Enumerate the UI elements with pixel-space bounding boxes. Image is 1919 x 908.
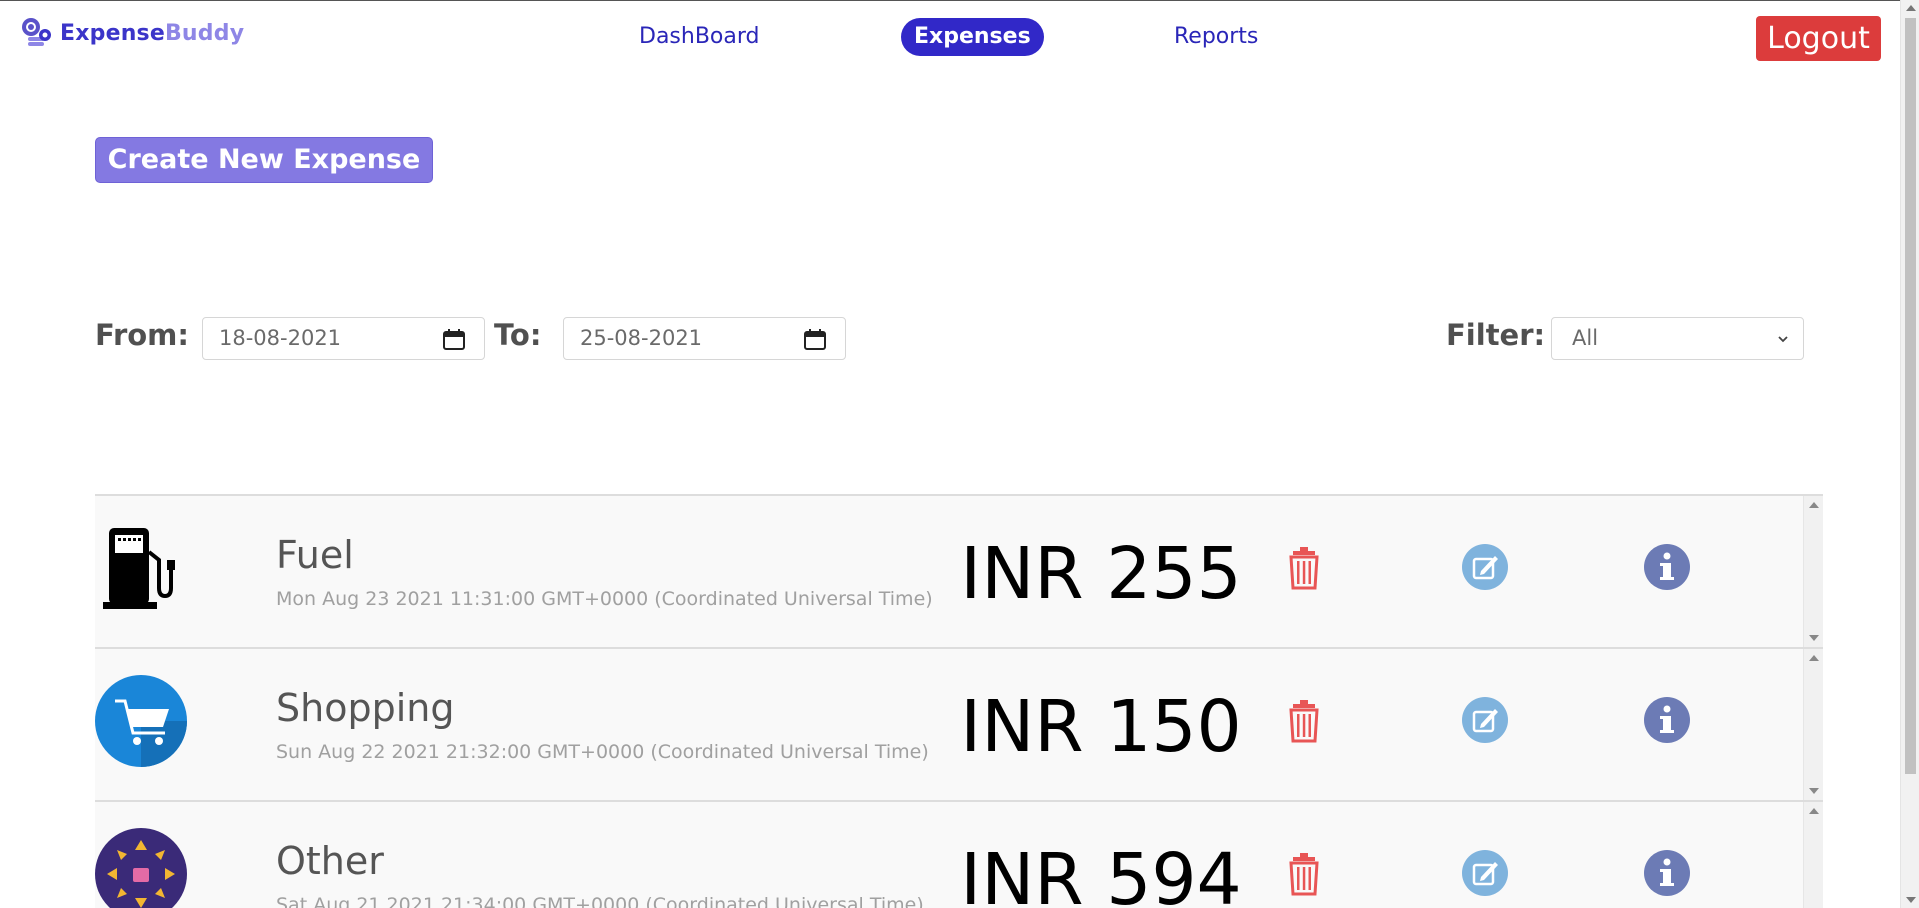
from-date-value: 18-08-2021 xyxy=(219,326,342,350)
expense-list: Fuel Mon Aug 23 2021 11:31:00 GMT+0000 (… xyxy=(95,494,1823,908)
delete-icon[interactable] xyxy=(1280,696,1328,744)
edit-icon[interactable] xyxy=(1461,849,1509,897)
calendar-icon[interactable] xyxy=(804,329,826,350)
expense-date: Sat Aug 21 2021 21:34:00 GMT+0000 (Coord… xyxy=(276,894,924,908)
from-date-input[interactable]: 18-08-2021 xyxy=(202,317,485,360)
scroll-up-arrow-icon[interactable] xyxy=(1809,808,1819,814)
delete-icon[interactable] xyxy=(1280,543,1328,591)
to-date-value: 25-08-2021 xyxy=(580,326,703,350)
brand-name: ExpenseBuddy xyxy=(60,21,244,46)
filter-label: Filter: xyxy=(1446,318,1546,352)
to-label: To: xyxy=(494,318,542,352)
calendar-icon[interactable] xyxy=(443,329,465,350)
delete-icon[interactable] xyxy=(1280,849,1328,897)
edit-icon[interactable] xyxy=(1461,696,1509,744)
nav-dashboard[interactable]: DashBoard xyxy=(626,18,772,56)
from-label: From: xyxy=(95,318,189,352)
filter-selected-value: All xyxy=(1572,326,1599,350)
row-scrollbar[interactable] xyxy=(1803,802,1823,908)
brand-name-part2: Buddy xyxy=(164,20,245,46)
expense-row: Shopping Sun Aug 22 2021 21:32:00 GMT+00… xyxy=(95,647,1823,800)
expense-date: Sun Aug 22 2021 21:32:00 GMT+0000 (Coord… xyxy=(276,741,929,763)
scroll-down-arrow-icon[interactable] xyxy=(1809,635,1819,641)
nav-reports[interactable]: Reports xyxy=(1161,18,1271,56)
scroll-down-arrow-icon[interactable] xyxy=(1809,788,1819,794)
top-navbar: ExpenseBuddy DashBoard Expenses Reports … xyxy=(0,0,1900,70)
scroll-up-arrow-icon[interactable] xyxy=(1809,502,1819,508)
row-scrollbar[interactable] xyxy=(1803,649,1823,800)
logout-button[interactable]: Logout xyxy=(1756,16,1881,61)
expense-amount: INR 594 xyxy=(960,838,1242,908)
scroll-up-arrow-icon[interactable] xyxy=(1906,5,1916,11)
scroll-up-arrow-icon[interactable] xyxy=(1809,655,1819,661)
shopping-cart-icon xyxy=(95,675,187,767)
coins-gear-icon xyxy=(22,18,51,46)
expense-category: Shopping xyxy=(276,686,455,730)
expense-row: Fuel Mon Aug 23 2021 11:31:00 GMT+0000 (… xyxy=(95,494,1823,647)
expense-amount: INR 150 xyxy=(960,685,1242,768)
fuel-pump-icon xyxy=(103,528,175,609)
create-new-expense-button[interactable]: Create New Expense xyxy=(95,137,433,183)
edit-icon[interactable] xyxy=(1461,543,1509,591)
other-category-icon xyxy=(95,828,187,908)
to-date-input[interactable]: 25-08-2021 xyxy=(563,317,846,360)
page-scrollbar[interactable] xyxy=(1900,0,1919,908)
row-scrollbar[interactable] xyxy=(1803,496,1823,647)
info-icon[interactable] xyxy=(1643,543,1691,591)
filter-select[interactable]: All xyxy=(1551,317,1804,360)
chevron-down-icon xyxy=(1778,336,1788,343)
nav-expenses[interactable]: Expenses xyxy=(901,18,1044,56)
expense-category: Fuel xyxy=(276,533,354,577)
expense-category: Other xyxy=(276,839,384,883)
brand-logo[interactable]: ExpenseBuddy xyxy=(18,15,244,51)
scrollbar-thumb[interactable] xyxy=(1905,18,1916,774)
info-icon[interactable] xyxy=(1643,849,1691,897)
brand-name-part1: Expense xyxy=(60,20,165,46)
info-icon[interactable] xyxy=(1643,696,1691,744)
expense-date: Mon Aug 23 2021 11:31:00 GMT+0000 (Coord… xyxy=(276,588,933,610)
expense-row: Other Sat Aug 21 2021 21:34:00 GMT+0000 … xyxy=(95,800,1823,908)
expense-amount: INR 255 xyxy=(960,532,1242,615)
scroll-down-arrow-icon[interactable] xyxy=(1906,897,1916,903)
